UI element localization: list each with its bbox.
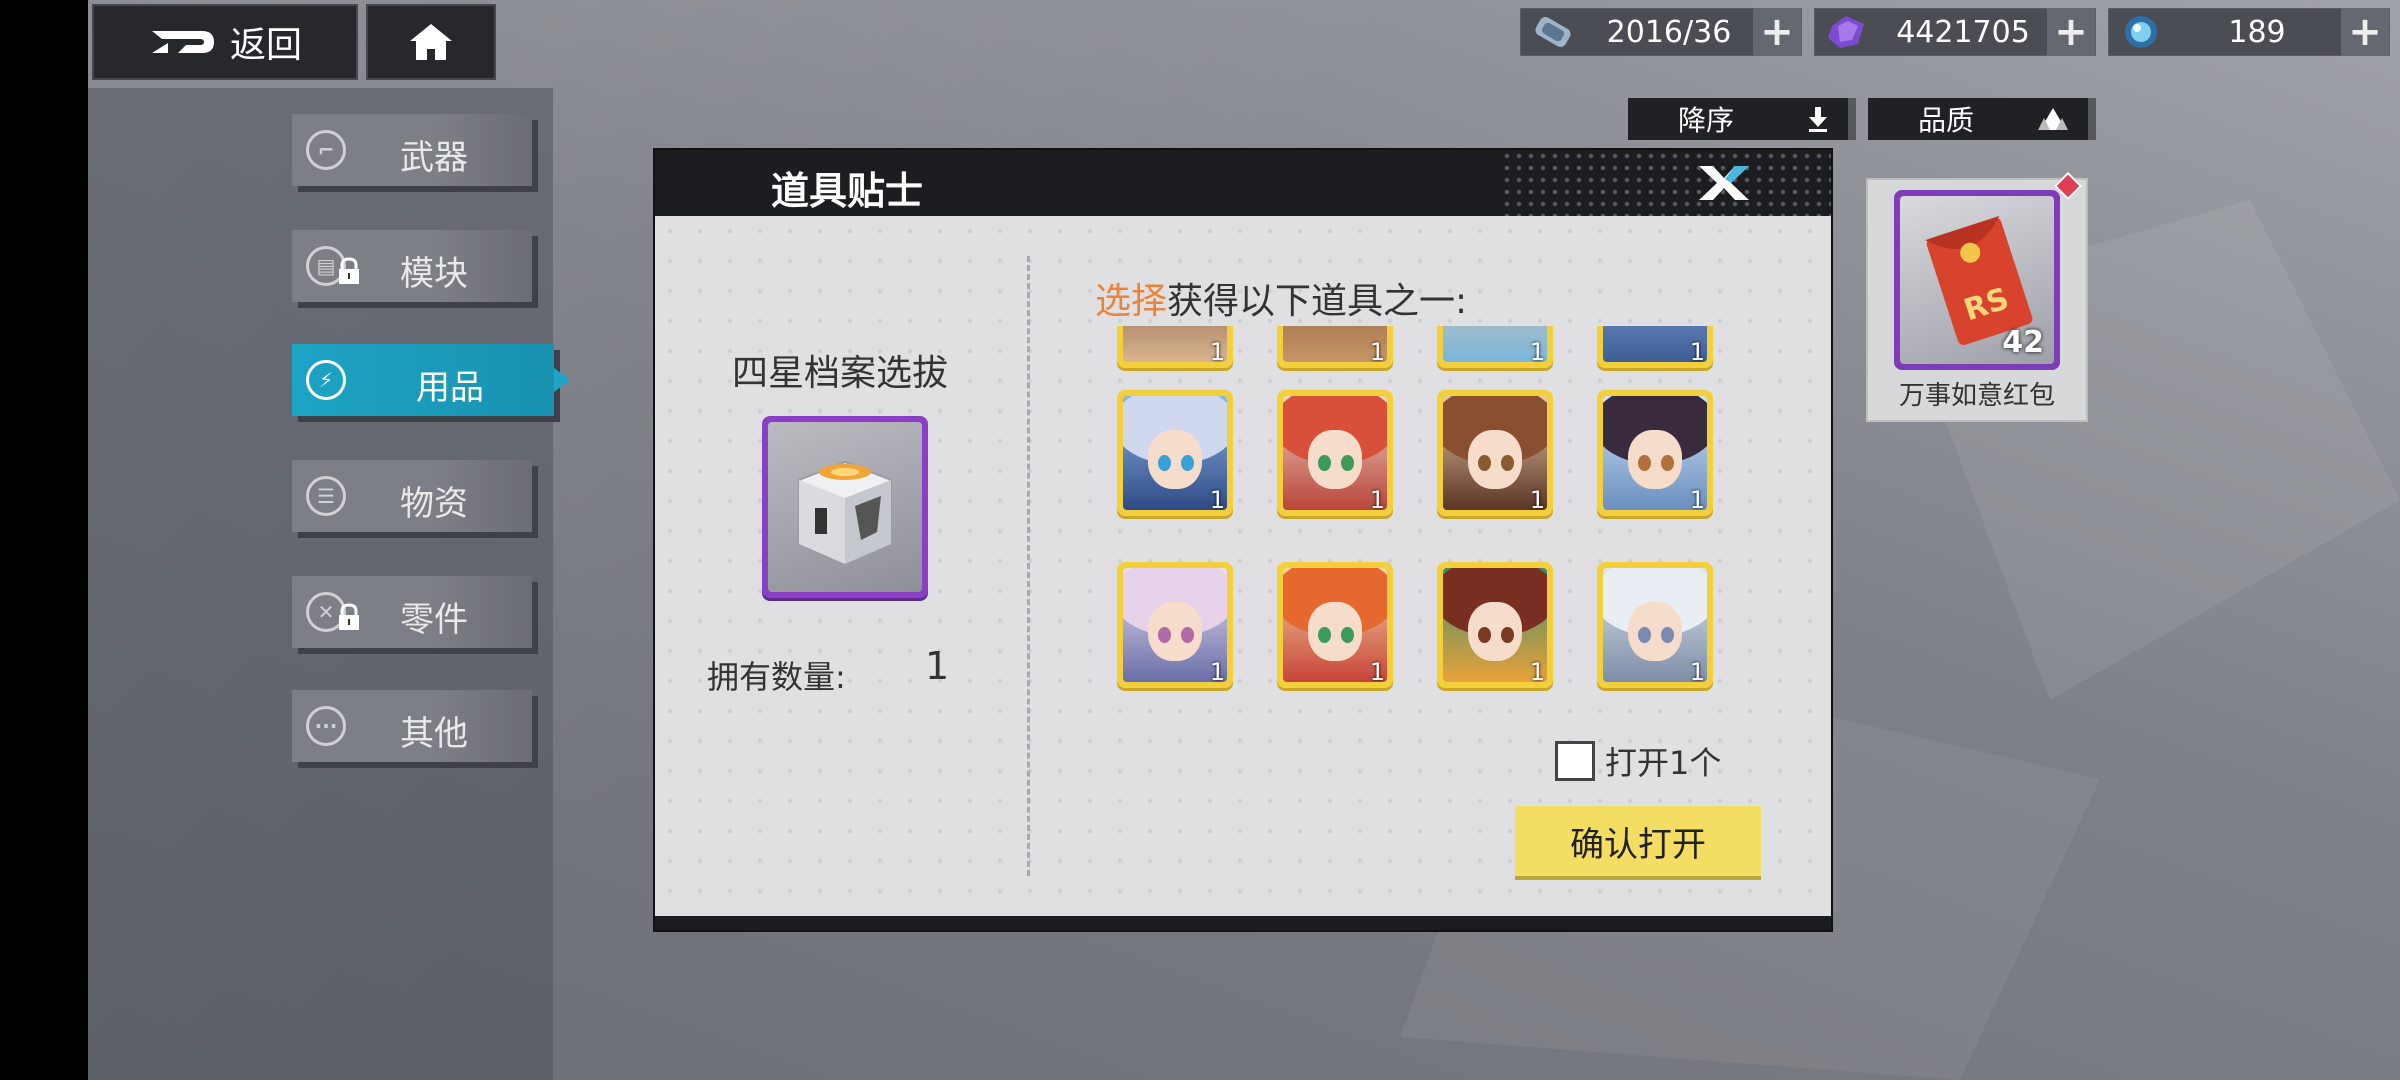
back-button[interactable]: 返回 xyxy=(92,4,358,80)
sidebar-item-materials[interactable]: ☰ 物资 xyxy=(292,460,532,532)
close-icon[interactable] xyxy=(1695,162,1753,204)
tile-qty: 1 xyxy=(1209,658,1225,682)
divider xyxy=(1027,256,1030,876)
stamina-value: 2016/36 xyxy=(1606,14,1732,50)
tile-qty: 1 xyxy=(1209,486,1225,510)
resource-orb: 189 + xyxy=(2108,8,2390,56)
tile-qty: 1 xyxy=(1529,486,1545,510)
orb-icon xyxy=(2109,8,2173,56)
owned-count-value: 1 xyxy=(925,644,950,688)
reward-tile[interactable]: 1 xyxy=(1597,562,1713,688)
reward-tile[interactable]: 1 xyxy=(1437,562,1553,688)
tile-qty: 1 xyxy=(1689,658,1705,682)
home-icon xyxy=(410,24,452,60)
tile-qty: 1 xyxy=(1369,486,1385,510)
tile-qty: 1 xyxy=(1369,658,1385,682)
sort-down-icon xyxy=(1809,107,1827,132)
add-stamina-button[interactable]: + xyxy=(1753,8,1801,56)
open-one-checkbox[interactable] xyxy=(1555,741,1595,781)
item-name: 万事如意红包 xyxy=(1898,381,2055,411)
confirm-open-button[interactable]: 确认打开 xyxy=(1515,806,1761,876)
resource-stamina: 2016/36 + xyxy=(1520,8,1802,56)
box-name: 四星档案选拔 xyxy=(731,353,948,394)
tile-qty: 1 xyxy=(1369,338,1385,362)
tile-qty: 1 xyxy=(1529,338,1545,362)
reward-tile[interactable]: 1 xyxy=(1117,562,1233,688)
reward-tile[interactable]: 1 xyxy=(1117,390,1233,516)
tile-qty: 1 xyxy=(1689,486,1705,510)
quality-filter-button[interactable]: 品质 xyxy=(1868,98,2096,140)
lock-icon xyxy=(339,257,359,284)
resource-crystal: 4421705 + xyxy=(1814,8,2096,56)
sidebar-item-label: 模块 xyxy=(400,254,468,294)
header-pattern xyxy=(1501,150,1831,216)
item-thumbnail: RS 42 xyxy=(1894,190,2060,370)
back-arrow-icon xyxy=(151,31,214,53)
dialog-title: 道具贴士 xyxy=(771,169,924,213)
sidebar-item-label: 用品 xyxy=(416,368,484,408)
item-count: 42 xyxy=(2002,325,2044,360)
tile-qty: 1 xyxy=(1529,658,1545,682)
sidebar-item-label: 其他 xyxy=(400,714,468,754)
tile-qty: 1 xyxy=(1689,338,1705,362)
reward-tile[interactable]: 1 xyxy=(1277,562,1393,688)
dialog-header: 道具贴士 xyxy=(655,150,1831,216)
item-card-red-envelope[interactable]: RS 42 万事如意红包 xyxy=(1866,171,2088,422)
sidebar-item-parts[interactable]: ✕ 零件 xyxy=(292,576,532,648)
weapon-icon: ⌐ xyxy=(306,130,346,170)
tile-qty: 1 xyxy=(1209,338,1225,362)
back-label: 返回 xyxy=(229,25,302,66)
crystal-icon xyxy=(1815,8,1879,56)
quality-label: 品质 xyxy=(1918,104,1975,137)
materials-icon: ☰ xyxy=(306,476,346,516)
add-orb-button[interactable]: + xyxy=(2341,8,2389,56)
more-icon: ··· xyxy=(306,706,346,746)
reward-tile[interactable]: 1 xyxy=(1277,390,1393,516)
orb-value: 189 xyxy=(2228,14,2286,50)
quality-icon xyxy=(2038,108,2068,130)
sidebar-item-supplies[interactable]: ⚡ 用品 xyxy=(292,344,570,416)
reward-tile[interactable]: 1 xyxy=(1117,326,1233,368)
select-rest: 获得以下道具之一: xyxy=(1167,281,1468,322)
dialog-footer xyxy=(655,916,1831,930)
sidebar-item-modules[interactable]: ▤ 模块 xyxy=(292,230,532,302)
sidebar-item-label: 武器 xyxy=(400,138,468,178)
select-instruction: 选择获得以下道具之一: xyxy=(1095,272,1467,324)
lightning-icon: ⚡ xyxy=(306,360,346,400)
sort-label: 降序 xyxy=(1678,104,1735,137)
owned-count-label: 拥有数量: xyxy=(707,658,846,696)
crystal-value: 4421705 xyxy=(1896,14,2030,50)
home-button[interactable] xyxy=(366,4,496,80)
add-crystal-button[interactable]: + xyxy=(2047,8,2095,56)
reward-tile[interactable]: 1 xyxy=(1437,390,1553,516)
open-one-option[interactable]: 打开1个 xyxy=(1555,738,1721,784)
reward-tile[interactable]: 1 xyxy=(1277,326,1393,368)
sort-button[interactable]: 降序 xyxy=(1628,98,1856,140)
left-letterbox xyxy=(0,0,88,1080)
sidebar-item-label: 零件 xyxy=(400,600,468,640)
reward-tile[interactable]: 1 xyxy=(1597,326,1713,368)
item-tip-dialog: 道具贴士 四星档案选拔 拥有数量: 1 选择获得以下道具之一: 1 1 1 1 … xyxy=(655,150,1831,930)
open-one-label: 打开1个 xyxy=(1605,744,1722,782)
stamina-icon xyxy=(1521,8,1585,56)
reward-grid[interactable]: 1 1 1 1 1 1 1 1 1 1 1 1 xyxy=(1115,326,1735,706)
box-thumbnail xyxy=(762,416,928,598)
lock-icon xyxy=(339,603,359,630)
select-highlight: 选择 xyxy=(1095,281,1168,322)
reward-tile[interactable]: 1 xyxy=(1437,326,1553,368)
sidebar-item-weapons[interactable]: ⌐ 武器 xyxy=(292,114,532,186)
sidebar-item-other[interactable]: ··· 其他 xyxy=(292,690,532,762)
dialog-body: 四星档案选拔 拥有数量: 1 选择获得以下道具之一: 1 1 1 1 1 1 1… xyxy=(655,216,1831,916)
supply-box-icon xyxy=(798,460,892,566)
reward-tile[interactable]: 1 xyxy=(1597,390,1713,516)
sidebar-item-label: 物资 xyxy=(400,484,468,524)
